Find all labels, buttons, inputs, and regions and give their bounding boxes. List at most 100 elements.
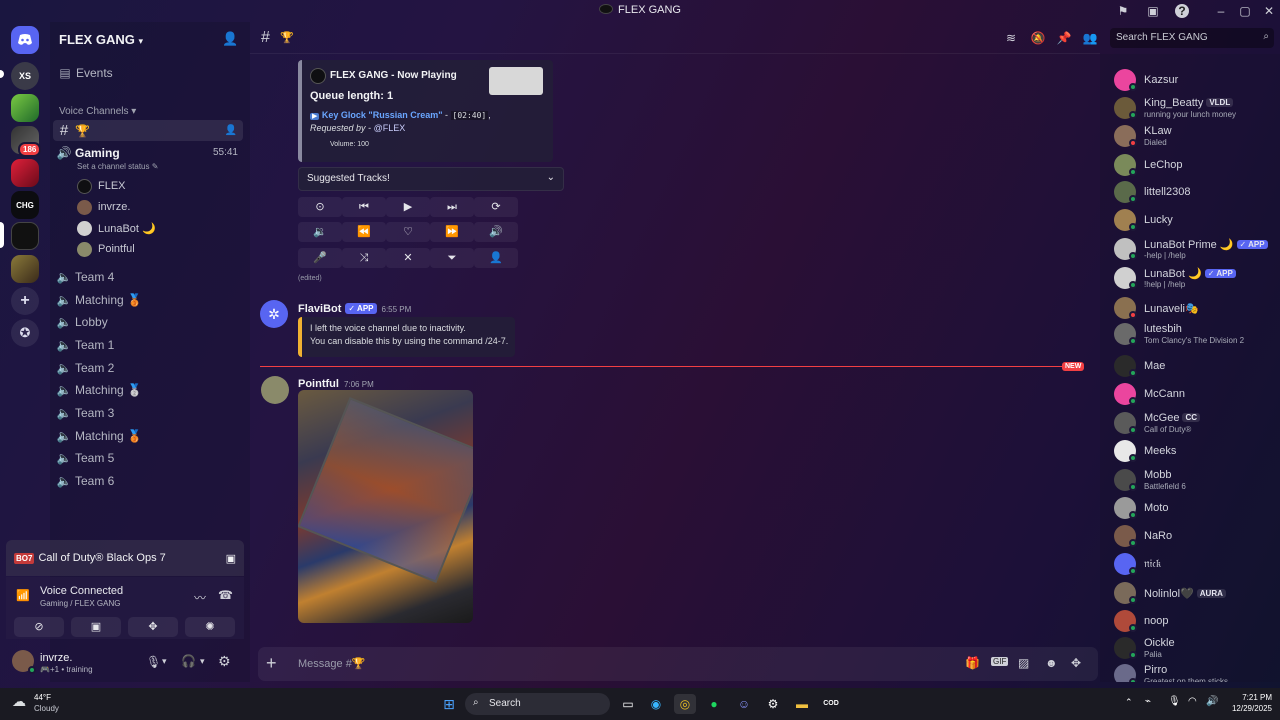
member-row[interactable]: noop — [1114, 607, 1278, 635]
edge-browser-icon[interactable]: ◉ — [645, 694, 667, 714]
voice-channel[interactable]: 🔈 Matching 🥉 — [53, 289, 243, 310]
server-green[interactable] — [11, 94, 39, 122]
screen-share-button[interactable]: ▣ — [71, 617, 121, 637]
play-button[interactable]: ▶ — [386, 197, 430, 217]
volume-icon[interactable]: 🔊 — [1206, 696, 1218, 707]
voice-channel[interactable]: 🔈 Matching 🥉 — [53, 425, 243, 446]
voice-channel[interactable]: 🔈 Team 2 — [53, 357, 243, 378]
member-row[interactable]: McCann — [1114, 380, 1278, 408]
add-server-icon[interactable]: + — [11, 287, 39, 315]
headphones-icon[interactable]: 🎧 — [181, 654, 196, 668]
filter-button[interactable]: ⏷ — [430, 248, 474, 268]
fast-forward-button[interactable]: ⏩ — [430, 222, 474, 242]
member-row[interactable]: Nolinlol🖤 AURA — [1114, 579, 1278, 607]
member-row[interactable]: Mobb Battlefield 6 — [1114, 466, 1278, 494]
member-row[interactable]: Oickle Palia — [1114, 634, 1278, 662]
voice-channel-gaming[interactable]: 🔊 Gaming 55:41 — [53, 142, 243, 163]
author-name[interactable]: FlaviBot — [298, 303, 341, 315]
add-attachment-icon[interactable]: + — [266, 653, 277, 674]
voice-channel-path[interactable]: Gaming / FLEX GANG — [40, 599, 120, 608]
message-input[interactable]: Message #🏆 — [298, 657, 366, 670]
events-link[interactable]: ▤ Events — [54, 62, 244, 83]
threads-icon[interactable]: ≋ — [1003, 30, 1019, 46]
user-mention[interactable]: @FLEX — [374, 123, 406, 133]
gift-icon[interactable]: 🎁 — [965, 656, 980, 670]
rewind-button[interactable]: ⏪ — [342, 222, 386, 242]
help-icon[interactable]: ? — [1175, 4, 1189, 18]
add-member-icon[interactable]: 👤 — [222, 31, 238, 47]
username[interactable]: invrze. — [40, 652, 72, 664]
server-name-dropdown[interactable]: FLEX GANG ▾ — [59, 32, 143, 47]
voice-channels-header[interactable]: Voice Channels ▾ — [59, 106, 136, 117]
soundboard-button[interactable]: ✺ — [185, 617, 235, 637]
search-input[interactable]: Search FLEX GANG ⌕ — [1110, 28, 1274, 48]
member-row[interactable]: Lucky — [1114, 206, 1278, 234]
stop-button[interactable]: ✕ — [386, 248, 430, 268]
spotify-icon[interactable]: ● — [703, 694, 725, 714]
activities-button[interactable]: ✥ — [128, 617, 178, 637]
close-button[interactable]: ✕ — [1261, 3, 1277, 19]
chrome-icon[interactable]: ◎ — [674, 694, 696, 714]
pointful-avatar[interactable] — [261, 376, 289, 404]
noise-suppression-icon[interactable]: 〰 — [194, 589, 206, 606]
steam-icon[interactable]: ⚙ — [762, 694, 784, 714]
minimize-button[interactable]: – — [1213, 3, 1229, 19]
shuffle-button[interactable]: ⤨ — [342, 248, 386, 268]
inbox-flag-icon[interactable]: ⚑ — [1115, 3, 1131, 19]
apps-icon[interactable]: ✥ — [1071, 656, 1081, 670]
clock-time[interactable]: 7:21 PM — [1226, 693, 1272, 702]
voice-channel[interactable]: 🔈 Team 1 — [53, 334, 243, 355]
member-row[interactable]: LunaBot 🌙 ✓ APP !help | /help — [1114, 264, 1278, 292]
voice-user[interactable]: LunaBot 🌙 — [77, 218, 156, 238]
member-row[interactable]: Mae — [1114, 352, 1278, 380]
game-activity-bar[interactable]: BO7 Call of Duty® Black Ops 7 ▣ — [6, 540, 244, 576]
voice-user[interactable]: invrze. — [77, 197, 130, 217]
member-row[interactable]: McGee CC Call of Duty® — [1114, 409, 1278, 437]
volume-down-button[interactable]: 🔉 — [298, 222, 342, 242]
maximize-button[interactable]: ▢ — [1237, 3, 1253, 19]
track-link[interactable]: Key Glock "Russian Cream" — [322, 110, 443, 120]
member-row[interactable]: NaRo — [1114, 522, 1278, 550]
gif-icon[interactable]: GIF — [991, 657, 1009, 666]
member-row[interactable]: littell2308 — [1114, 178, 1278, 206]
voice-channel[interactable]: 🔈 Lobby — [53, 311, 243, 332]
server-brown[interactable] — [11, 255, 39, 283]
voice-channel[interactable]: 🔈 Matching 🥈 — [53, 379, 243, 400]
member-row[interactable]: Kazsur — [1114, 66, 1278, 94]
member-row[interactable]: LunaBot Prime 🌙 ✓ APP -help | /help — [1114, 235, 1278, 263]
file-explorer-icon[interactable]: ▬ — [791, 694, 813, 714]
call-of-duty-icon[interactable]: COD — [820, 694, 842, 714]
disconnect-icon[interactable]: ☎ — [218, 588, 233, 602]
server-flex-gang[interactable] — [11, 222, 39, 250]
chevron-down-icon[interactable]: ▾ — [200, 656, 205, 667]
discord-home-icon[interactable] — [11, 26, 39, 54]
voice-user[interactable]: Pointful — [77, 239, 135, 259]
camera-off-button[interactable]: ⊘ — [14, 617, 64, 637]
author-name[interactable]: Pointful — [298, 378, 339, 390]
stream-game-icon[interactable]: ▣ — [226, 552, 236, 565]
channel-trophy[interactable]: # 🏆 👤 — [53, 120, 243, 141]
emoji-icon[interactable]: ☻ — [1045, 656, 1058, 670]
voice-channel[interactable]: 🔈 Team 5 — [53, 447, 243, 468]
message-composer[interactable]: + Message #🏆 🎁 GIF ▨ ☻ ✥ — [258, 647, 1098, 681]
suggested-tracks-select[interactable]: Suggested Tracks! ⌄ — [298, 167, 564, 191]
previous-button[interactable]: ⏮ — [342, 197, 386, 217]
member-list-icon[interactable]: 👥 — [1082, 30, 1098, 46]
signal-icon[interactable]: 📶 — [16, 589, 30, 602]
server-red[interactable] — [11, 159, 39, 187]
microphone-icon[interactable]: 🎙 — [1168, 696, 1181, 707]
chevron-down-icon[interactable]: ▾ — [162, 656, 167, 667]
weather-label[interactable]: Cloudy — [34, 704, 59, 713]
member-row[interactable]: Lunaveli🎭 — [1114, 294, 1278, 322]
autoplay-button[interactable]: ⊙ — [298, 197, 342, 217]
settings-gear-icon[interactable]: ⚙ — [218, 653, 231, 670]
sticker-icon[interactable]: ▨ — [1018, 656, 1029, 670]
voice-connected-label[interactable]: Voice Connected — [40, 585, 123, 597]
member-row[interactable]: King_Beatty VLDL running your lunch money — [1114, 94, 1278, 122]
pin-icon[interactable]: 📌 — [1056, 30, 1072, 46]
member-row[interactable]: lutesbih Tom Clancy's The Division 2 — [1114, 320, 1278, 348]
discover-compass-icon[interactable]: ✪ — [11, 319, 39, 347]
network-icon[interactable]: ⌁ — [1145, 696, 1151, 707]
flavibot-avatar[interactable]: ✲ — [260, 300, 288, 328]
microphone-icon[interactable]: 🎙 — [146, 655, 161, 669]
